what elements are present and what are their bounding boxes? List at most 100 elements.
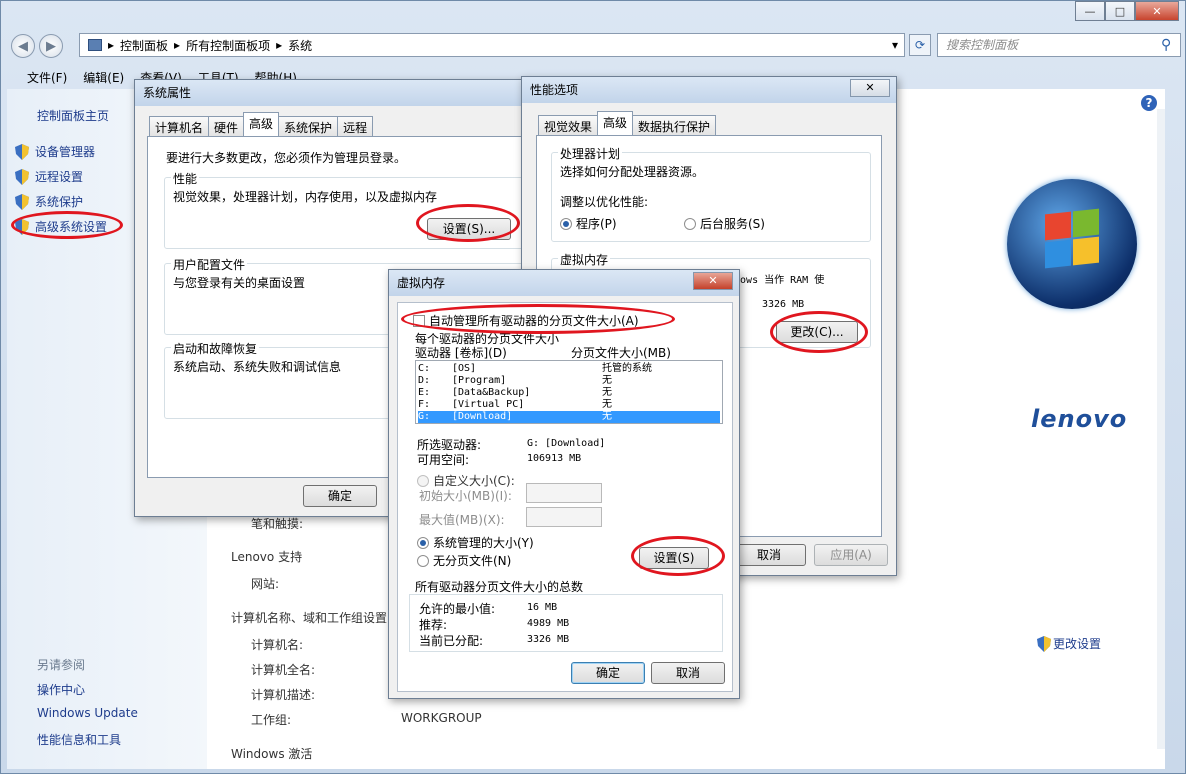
- radio-label: 系统管理的大小(Y): [433, 536, 534, 550]
- breadcrumb-control-panel[interactable]: 控制面板: [120, 37, 168, 54]
- sidebar-item-system-protection[interactable]: 系统保护: [15, 193, 83, 210]
- initial-size-input[interactable]: [526, 483, 602, 503]
- tab-advanced[interactable]: 高级: [243, 112, 280, 136]
- breadcrumb-system[interactable]: 系统: [288, 37, 312, 54]
- cancel-button[interactable]: 取消: [732, 544, 806, 566]
- search-input[interactable]: 搜索控制面板: [937, 33, 1181, 57]
- address-bar[interactable]: ▸ 控制面板 ▸ 所有控制面板项 ▸ 系统 ▾: [79, 33, 905, 57]
- tab-computer-name[interactable]: 计算机名: [149, 116, 210, 136]
- vm-size: 3326 MB: [762, 299, 805, 310]
- tab-visual-effects[interactable]: 视觉效果: [538, 115, 599, 135]
- size-column-header: 分页文件大小(MB): [571, 346, 671, 360]
- annotation-circle: [770, 311, 868, 353]
- tab-hardware[interactable]: 硬件: [208, 116, 245, 136]
- radio-label: 无分页文件(N): [433, 554, 512, 568]
- close-button[interactable]: ✕: [1135, 1, 1179, 21]
- cancel-button[interactable]: 取消: [651, 662, 725, 684]
- radio-indicator: [684, 217, 696, 230]
- maximize-button[interactable]: □: [1105, 1, 1135, 21]
- min-value: 16 MB: [527, 602, 558, 613]
- list-item[interactable]: E: [Data&Backup] 无: [418, 387, 720, 399]
- computer-name-label: 计算机名:: [251, 638, 304, 652]
- recommended-label: 推荐:: [419, 618, 448, 632]
- dialog-close-button[interactable]: ✕: [850, 79, 890, 97]
- list-item-selected[interactable]: G: [Download] 无: [418, 411, 720, 423]
- sidebar-item-remote[interactable]: 远程设置: [15, 168, 83, 185]
- website-label: 网站:: [251, 577, 280, 591]
- change-settings-link[interactable]: 更改设置: [1037, 635, 1101, 652]
- see-also-windows-update[interactable]: Windows Update: [37, 706, 138, 720]
- adjust-label: 调整以优化性能:: [560, 195, 649, 209]
- initial-size-label: 初始大小(MB)(I):: [419, 489, 512, 503]
- tab-remote[interactable]: 远程: [337, 116, 374, 136]
- see-also-action-center[interactable]: 操作中心: [37, 681, 85, 698]
- radio-indicator: [417, 554, 429, 567]
- tab-advanced[interactable]: 高级: [597, 111, 634, 135]
- forward-button[interactable]: ▶: [39, 34, 63, 58]
- radio-label: 后台服务(S): [700, 217, 765, 231]
- search-icon[interactable]: ⚲: [1161, 37, 1171, 53]
- breadcrumb-sep-icon: ▸: [174, 38, 181, 52]
- min-label: 允许的最小值:: [419, 602, 496, 616]
- workgroup-label: 工作组:: [251, 713, 292, 727]
- lenovo-support-heading: Lenovo 支持: [231, 550, 303, 564]
- max-size-input[interactable]: [526, 507, 602, 527]
- list-item[interactable]: C: [OS] 托管的系统: [418, 363, 720, 375]
- menu-edit[interactable]: 编辑(E): [83, 69, 124, 86]
- see-also-performance[interactable]: 性能信息和工具: [37, 731, 121, 748]
- group-title: 处理器计划: [558, 145, 623, 162]
- no-paging-radio[interactable]: 无分页文件(N): [417, 552, 511, 569]
- current-value: 3326 MB: [527, 634, 570, 645]
- menu-file[interactable]: 文件(F): [27, 69, 67, 86]
- address-dropdown-icon[interactable]: ▾: [892, 38, 898, 52]
- system-managed-radio[interactable]: 系统管理的大小(Y): [417, 534, 534, 551]
- vm-desc: ndows 当作 RAM 使: [728, 275, 825, 286]
- tab-strip: 视觉效果 高级 数据执行保护: [538, 111, 717, 135]
- pen-touch-label: 笔和触摸:: [251, 517, 304, 531]
- background-services-radio[interactable]: 后台服务(S): [684, 215, 765, 232]
- list-item[interactable]: D: [Program] 无: [418, 375, 720, 387]
- dialog-title: 系统属性: [135, 80, 523, 106]
- radio-label: 程序(P): [576, 217, 617, 231]
- annotation-circle: [401, 304, 675, 334]
- sidebar-item-device-manager[interactable]: 设备管理器: [15, 143, 95, 160]
- list-item[interactable]: F: [Virtual PC] 无: [418, 399, 720, 411]
- max-size-label: 最大值(MB)(X):: [419, 513, 505, 527]
- navigation-bar: ◀ ▶ ▸ 控制面板 ▸ 所有控制面板项 ▸ 系统 ▾ ⟳ 搜索控制面板 ⚲: [7, 31, 1181, 61]
- see-also-heading: 另请参阅: [37, 658, 86, 672]
- tab-system-protection[interactable]: 系统保护: [278, 116, 339, 136]
- computer-icon: [88, 39, 102, 51]
- group-title: 虚拟内存: [558, 251, 611, 268]
- minimize-button[interactable]: —: [1075, 1, 1105, 21]
- group-desc: 选择如何分配处理器资源。: [560, 165, 705, 179]
- virtual-memory-dialog: 虚拟内存 ✕ 自动管理所有驱动器的分页文件大小(A) 每个驱动器的分页文件大小 …: [388, 269, 740, 699]
- current-label: 当前已分配:: [419, 634, 484, 648]
- drive-list[interactable]: C: [OS] 托管的系统 D: [Program] 无 E: [Data&Backup]…: [415, 360, 723, 424]
- apply-button[interactable]: 应用(A): [814, 544, 888, 566]
- ok-button[interactable]: 确定: [303, 485, 377, 507]
- totals-heading: 所有驱动器分页文件大小的总数: [415, 580, 584, 594]
- annotation-circle: [11, 211, 123, 239]
- computer-section-heading: 计算机名称、域和工作组设置: [231, 611, 388, 625]
- help-icon[interactable]: ?: [1141, 95, 1157, 111]
- ok-button[interactable]: 确定: [571, 662, 645, 684]
- shield-icon: [15, 143, 29, 160]
- tab-dep[interactable]: 数据执行保护: [632, 115, 717, 135]
- description-label: 计算机描述:: [251, 688, 316, 702]
- windows-logo-icon: [1007, 179, 1137, 309]
- selected-drive-value: G: [Download]: [527, 438, 606, 449]
- sidebar-home-link[interactable]: 控制面板主页: [37, 107, 109, 124]
- dialog-close-button[interactable]: ✕: [693, 272, 733, 290]
- admin-note: 要进行大多数更改，您必须作为管理员登录。: [166, 151, 407, 165]
- refresh-icon[interactable]: ⟳: [909, 34, 931, 56]
- breadcrumb-all-items[interactable]: 所有控制面板项: [186, 37, 270, 54]
- radio-indicator: [560, 217, 572, 230]
- shield-icon: [15, 193, 29, 210]
- programs-radio[interactable]: 程序(P): [560, 215, 617, 232]
- workgroup-value: WORKGROUP: [401, 711, 482, 725]
- dialog-title: 虚拟内存: [389, 270, 739, 296]
- annotation-circle: [631, 536, 725, 576]
- back-button[interactable]: ◀: [11, 34, 35, 58]
- activation-heading: Windows 激活: [231, 747, 313, 761]
- scrollbar[interactable]: [1157, 109, 1165, 749]
